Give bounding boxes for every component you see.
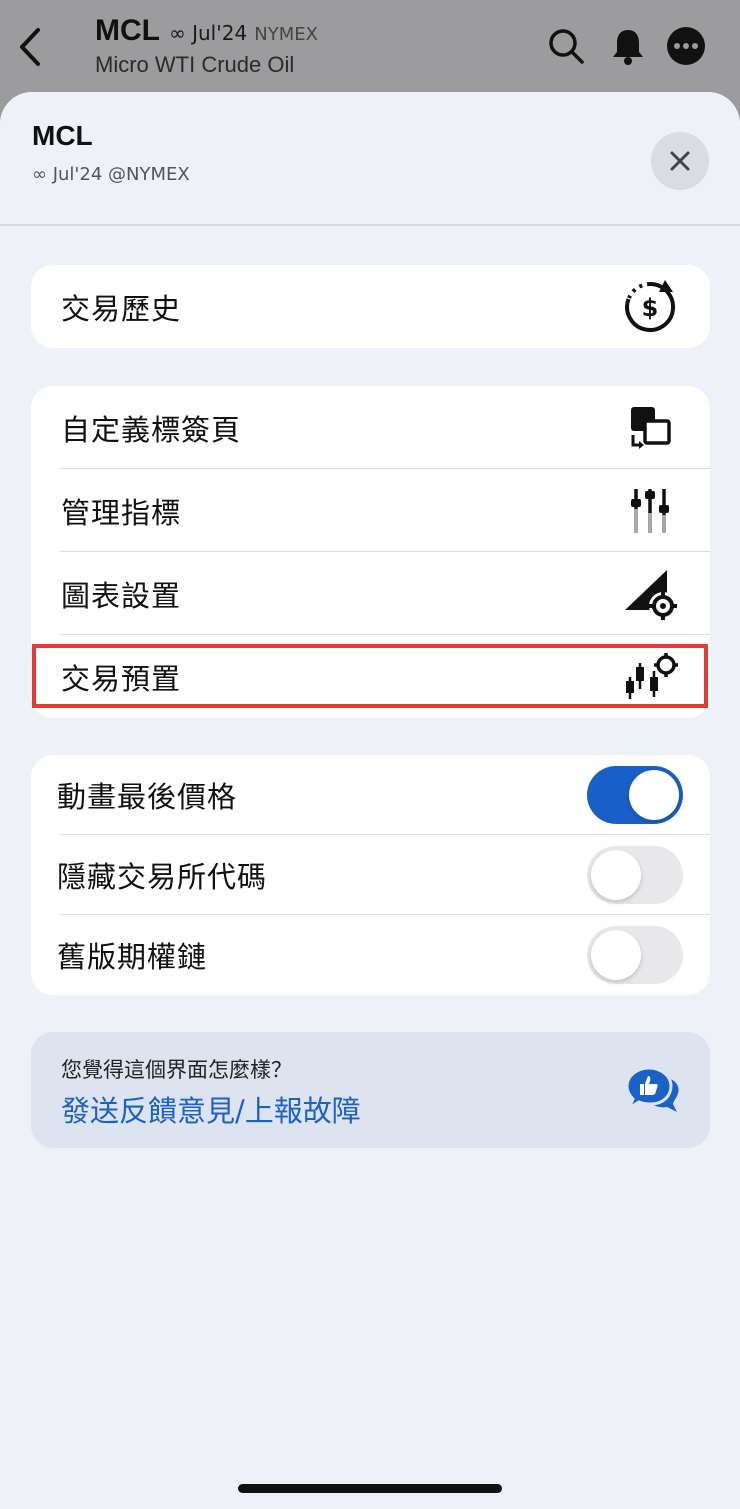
feedback-question: 您覺得這個界面怎麼樣？ — [61, 1058, 292, 1082]
background-instrument-name: Micro WTI Crude Oil — [95, 52, 295, 77]
toggle-knob — [629, 770, 679, 820]
bell-icon[interactable] — [608, 26, 648, 66]
background-header: MCL ∞ Jul'24 NYMEX Micro WTI Crude Oil — [0, 0, 740, 100]
toggle-label: 動畫最後價格 — [57, 780, 238, 814]
background-exchange: NYMEX — [254, 24, 318, 45]
back-arrow-icon[interactable] — [14, 24, 48, 70]
settings-sheet: MCL ∞ Jul'24 @NYMEX 交易歷史 $ 自定義標簽頁 管理指標 圖… — [0, 92, 740, 1509]
menu-item-label: 自定義標簽頁 — [61, 412, 242, 447]
toggle-label: 隱藏交易所代碼 — [57, 860, 268, 894]
search-icon[interactable] — [546, 26, 586, 66]
indicators-sliders-icon — [620, 481, 680, 541]
animate-last-price-toggle[interactable] — [587, 766, 683, 824]
close-button[interactable] — [651, 132, 709, 190]
feedback-link[interactable]: 發送反饋意見/上報故障 — [61, 1088, 361, 1130]
sheet-title: MCL — [32, 120, 93, 151]
svg-text:$: $ — [642, 294, 659, 322]
menu-item-trade-history[interactable]: 交易歷史 $ — [31, 265, 710, 348]
sheet-header: MCL ∞ Jul'24 @NYMEX — [0, 92, 740, 226]
home-indicator — [238, 1484, 502, 1493]
menu-item-label: 圖表設置 — [61, 578, 182, 613]
menu-item-chart-settings[interactable]: 圖表設置 — [31, 552, 710, 635]
trade-history-icon: $ — [620, 277, 680, 337]
menu-item-manage-indicators[interactable]: 管理指標 — [31, 469, 710, 552]
feedback-chat-icon — [625, 1066, 679, 1112]
background-symbol: MCL — [95, 14, 160, 47]
toggle-row-hide-exchange-code: 隱藏交易所代碼 — [31, 835, 710, 915]
toggle-row-animate-last-price: 動畫最後價格 — [31, 755, 710, 835]
hide-exchange-code-toggle[interactable] — [587, 846, 683, 904]
menu-item-label: 管理指標 — [61, 495, 182, 530]
custom-tabs-icon — [620, 398, 680, 458]
toggle-label: 舊版期權鏈 — [57, 940, 208, 974]
menu-item-custom-tabs[interactable]: 自定義標簽頁 — [31, 386, 710, 469]
legacy-option-chain-toggle[interactable] — [587, 926, 683, 984]
feedback-banner[interactable]: 您覺得這個界面怎麼樣？ 發送反饋意見/上報故障 — [31, 1032, 710, 1148]
background-contract: ∞ Jul'24 — [169, 21, 248, 45]
trade-presets-icon — [620, 647, 680, 707]
background-title: MCL ∞ Jul'24 NYMEX Micro WTI Crude Oil — [95, 14, 318, 78]
menu-item-trade-presets[interactable]: 交易預置 — [31, 635, 710, 718]
chart-settings-icon — [620, 564, 680, 624]
sheet-subtitle: ∞ Jul'24 @NYMEX — [32, 164, 190, 185]
menu-item-label: 交易歷史 — [61, 291, 182, 326]
toggle-knob — [591, 930, 641, 980]
menu-item-label: 交易預置 — [61, 661, 182, 696]
more-options-icon[interactable] — [666, 26, 706, 66]
toggle-row-legacy-option-chain: 舊版期權鏈 — [31, 915, 710, 995]
toggle-knob — [591, 850, 641, 900]
menu-card-chart: 自定義標簽頁 管理指標 圖表設置 交易預置 — [31, 386, 710, 718]
close-icon — [670, 151, 690, 171]
toggle-card: 動畫最後價格 隱藏交易所代碼 舊版期權鏈 — [31, 755, 710, 995]
menu-card-history: 交易歷史 $ — [31, 265, 710, 348]
